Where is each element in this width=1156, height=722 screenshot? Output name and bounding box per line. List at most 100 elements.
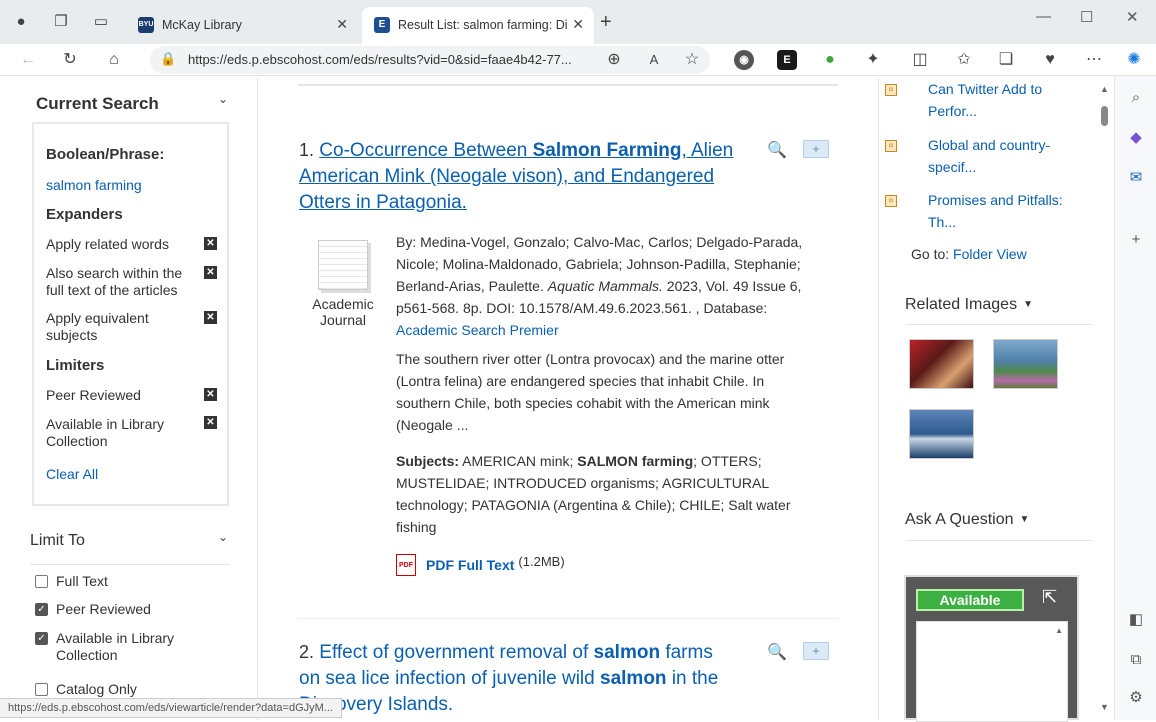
academic-journal-icon [318,240,368,290]
chevron-down-icon[interactable]: ⌄ [218,530,228,544]
close-tab-icon[interactable]: ✕ [572,7,584,41]
search-icon[interactable]: ⌕ [1126,88,1146,108]
result-number: 1. [299,140,315,160]
available-button[interactable]: Available [916,589,1024,611]
extensions-puzzle-icon[interactable]: ✦ [863,50,883,70]
result-title-link[interactable]: Co-Occurrence Between Salmon Farming, Al… [299,140,733,213]
result-title[interactable]: 2. Effect of government removal of salmo… [299,639,739,718]
browser-essentials-icon[interactable]: ♥ [1040,50,1060,70]
limit-option-catalog-only[interactable]: Catalog Only [35,681,206,698]
maximize-icon[interactable]: ☐ [1080,8,1093,26]
scrollbar-thumb[interactable] [1101,106,1108,126]
divider [905,540,1091,541]
boolean-phrase-label: Boolean/Phrase: [46,146,165,163]
refresh-icon[interactable]: ↻ [60,50,80,70]
limit-option-full-text[interactable]: Full Text [35,573,206,590]
page-scrollbar[interactable]: ▲ ▼ [1098,80,1112,716]
related-images-heading[interactable]: Related Images ▼ [905,296,1033,314]
lock-icon: 🔒 [160,51,177,66]
home-icon[interactable]: ⌂ [104,50,124,70]
back-icon[interactable]: ← [18,50,38,70]
scroll-down-icon[interactable]: ▼ [1100,702,1109,712]
ebsco-favicon-icon: E [374,16,390,33]
browser-tab-bar: ● ❐ ▭ BYU McKay Library ✕ E Result List: s… [0,0,1156,44]
close-tab-icon[interactable]: ✕ [336,7,348,41]
url-text[interactable]: https://eds.p.ebscohost.com/eds/results?… [188,52,608,67]
result-title-link[interactable]: Effect of government removal of salmon f… [299,642,718,715]
scroll-up-icon[interactable]: ▲ [1100,84,1109,94]
remove-icon[interactable]: ✕ [204,311,217,324]
tab-mckay-library[interactable]: BYU McKay Library ✕ [126,7,358,44]
limit-to-heading[interactable]: Limit To [30,532,85,550]
goto-folder: Go to: Folder View [911,246,1027,262]
zoom-icon[interactable]: ⊕ [604,50,624,70]
remove-icon[interactable]: ✕ [204,416,217,429]
scroll-up-icon[interactable]: ▲ [1055,626,1063,635]
related-image-thumbnail[interactable] [909,409,974,459]
result-citation: By: Medina-Vogel, Gonzalo; Calvo-Mac, Ca… [396,234,803,338]
checkbox-checked[interactable]: ✓ [35,603,48,616]
tab-result-list[interactable]: E Result List: salmon farming: Disc ✕ [362,7,594,44]
extension-icon[interactable]: ◉ [734,50,754,70]
expanders-label: Expanders [46,206,123,223]
database-link[interactable]: Academic Search Premier [396,322,559,338]
result-title[interactable]: 1. Co-Occurrence Between Salmon Farming,… [299,137,739,216]
pop-out-icon[interactable]: ⧉ [1126,650,1146,670]
related-link[interactable]: Promises and Pitfalls: Th... [928,189,1088,233]
new-tab-icon[interactable]: + [600,12,612,32]
caret-down-icon: ▼ [1019,514,1030,526]
copilot-icon[interactable]: ✺ [1124,50,1144,70]
profile-icon[interactable]: ● [12,13,30,31]
sidebar-toggle-icon[interactable]: ◧ [1126,610,1146,630]
search-term-link[interactable]: salmon farming [46,177,142,193]
add-to-folder-icon[interactable]: + [803,642,829,660]
folder-view-link[interactable]: Folder View [953,246,1027,262]
preview-icon[interactable]: 🔍 [767,140,787,160]
settings-gear-icon[interactable]: ⚙ [1126,688,1146,708]
divider [298,84,838,86]
byu-favicon-icon: BYU [138,16,154,33]
collections-icon[interactable]: ❏ [996,50,1016,70]
extension-drop-icon[interactable]: ● [820,50,840,70]
favorites-icon[interactable]: ✩ [954,50,974,70]
facets-panel: Current Search ⌄ Boolean/Phrase: salmon … [4,78,258,720]
remove-icon[interactable]: ✕ [204,266,217,279]
remove-icon[interactable]: ✕ [204,237,217,250]
add-to-folder-icon[interactable]: + [803,140,829,158]
chat-frame[interactable]: ▲ [916,621,1068,722]
split-screen-icon[interactable]: ◫ [910,50,930,70]
more-menu-icon[interactable]: ⋯ [1084,50,1104,70]
ask-a-question-heading[interactable]: Ask A Question ▼ [905,511,1029,529]
workspaces-icon[interactable]: ❐ [52,13,70,31]
pdf-full-text-link[interactable]: PDF Full Text [426,557,514,573]
add-icon[interactable]: + [1126,230,1146,250]
right-sidebar: ¤ Can Twitter Add to Perfor... ¤ Global … [878,78,1098,722]
related-link[interactable]: Global and country-specif... [928,134,1088,178]
outlook-icon[interactable]: ✉ [1126,168,1146,188]
related-image-thumbnail[interactable] [993,339,1058,389]
address-bar[interactable]: 🔒 https://eds.p.ebscohost.com/eds/result… [150,46,710,74]
pdf-icon[interactable]: PDF [396,554,416,576]
remove-icon[interactable]: ✕ [204,388,217,401]
chat-widget: Available ⇱ ▲ [904,575,1079,722]
related-image-thumbnail[interactable] [909,339,974,389]
tab-actions-icon[interactable]: ▭ [92,13,110,31]
external-link-icon[interactable]: ⇱ [1042,587,1057,608]
limit-option-library-collection[interactable]: ✓ Available in Library Collection [35,630,206,664]
copilot-app-icon[interactable]: ◆ [1126,128,1146,148]
clear-all-link[interactable]: Clear All [46,466,98,482]
related-bullet-icon: ¤ [885,140,897,152]
read-aloud-icon[interactable]: A [644,50,664,70]
checkbox-checked[interactable]: ✓ [35,632,48,645]
checkbox[interactable] [35,575,48,588]
preview-icon[interactable]: 🔍 [767,642,787,662]
close-window-icon[interactable]: ✕ [1126,8,1139,26]
extension-e-icon[interactable]: E [777,50,797,70]
checkbox[interactable] [35,683,48,696]
favorite-star-icon[interactable]: ☆ [682,50,702,70]
chevron-down-icon[interactable]: ⌄ [218,92,228,106]
related-link[interactable]: Can Twitter Add to Perfor... [928,78,1088,122]
minimize-icon[interactable]: — [1036,8,1051,25]
related-bullet-icon: ¤ [885,84,897,96]
limit-option-peer-reviewed[interactable]: ✓ Peer Reviewed [35,601,206,618]
